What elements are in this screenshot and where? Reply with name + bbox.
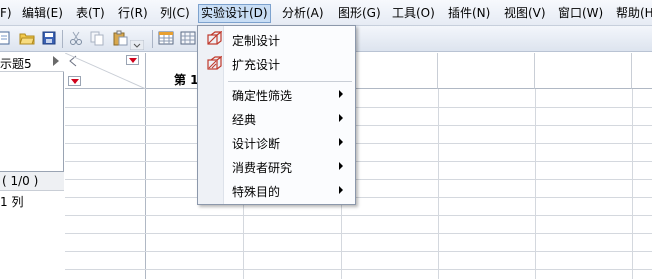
menu-addins[interactable]: 插件(N) [446, 4, 492, 23]
menu-item-label: 设计诊断 [232, 137, 281, 151]
grid-row-line [65, 125, 652, 126]
expand-arrow-icon[interactable] [53, 56, 59, 66]
custom-design-icon [207, 31, 222, 45]
doe-dropdown-menu: 定制设计 扩充设计 确定性筛选 经典 设计诊断 消费者研究 特殊目的 [197, 25, 356, 205]
column-header-label: 第 1 [174, 73, 199, 87]
toolbar-separator [62, 30, 63, 48]
submenu-arrow-icon [339, 186, 343, 194]
menu-window[interactable]: 窗口(W) [556, 4, 605, 23]
paste-options-icon[interactable] [130, 40, 144, 50]
columns-panel-header[interactable]: ( 1/0 ) [0, 172, 64, 191]
menu-item-label: 消费者研究 [232, 161, 293, 175]
menu-item-label: 经典 [232, 113, 257, 127]
menu-doe[interactable]: 实验设计(D) [198, 4, 271, 23]
open-icon[interactable] [19, 30, 35, 46]
augment-design-icon [207, 55, 222, 70]
column-header-empty[interactable] [438, 53, 535, 89]
column-header-empty[interactable] [632, 53, 652, 89]
left-panel: 示题5 ( 1/0 ) 1 列 [0, 53, 64, 279]
menu-item-classical[interactable]: 经典 [198, 107, 355, 129]
columns-count: 1 列 [0, 195, 24, 209]
menu-table[interactable]: 表(T) [74, 4, 107, 23]
menu-edit[interactable]: 编辑(E) [20, 4, 65, 23]
grid-row-line [65, 197, 652, 198]
data-grid: 第 1 [65, 53, 652, 279]
toolbar-separator [152, 30, 153, 48]
menu-analyze[interactable]: 分析(A) [280, 4, 326, 23]
save-icon[interactable] [41, 30, 57, 46]
grid-row-line [65, 179, 652, 180]
cut-icon[interactable] [68, 30, 84, 46]
submenu-arrow-icon [339, 138, 343, 146]
menu-item-augment-design[interactable]: 扩充设计 [198, 52, 355, 74]
submenu-arrow-icon [339, 162, 343, 170]
table-panel-header[interactable]: 示题5 [0, 53, 64, 72]
menu-item-consumer-studies[interactable]: 消费者研究 [198, 155, 355, 177]
columns-selection-count: ( 1/0 ) [2, 174, 39, 188]
menu-separator [228, 81, 352, 82]
corner-diagonal [65, 53, 146, 89]
menu-item-special-purpose[interactable]: 特殊目的 [198, 179, 355, 201]
grid-col-line [438, 89, 439, 279]
menu-cols[interactable]: 列(C) [158, 4, 192, 23]
menu-item-label: 特殊目的 [232, 185, 281, 199]
menu-tools[interactable]: 工具(O) [390, 4, 437, 23]
grid-row-line [65, 233, 652, 234]
paste-icon[interactable] [112, 30, 128, 46]
menu-item-label: 确定性筛选 [232, 89, 293, 103]
new-icon[interactable] [0, 30, 12, 46]
menu-item-custom-design[interactable]: 定制设计 [198, 28, 355, 50]
menu-bar: F) 编辑(E) 表(T) 行(R) 列(C) 实验设计(D) 分析(A) 图形… [0, 0, 652, 26]
grid-col-line [535, 89, 536, 279]
table-icon[interactable] [158, 30, 174, 46]
menu-rows[interactable]: 行(R) [116, 4, 150, 23]
columns-panel: ( 1/0 ) 1 列 [0, 171, 64, 279]
submenu-arrow-icon [339, 114, 343, 122]
data-grid-icon[interactable] [180, 30, 196, 46]
grid-row-line [65, 251, 652, 252]
grid-row-line [65, 269, 652, 270]
table-name: 示题5 [0, 57, 32, 71]
menu-item-label: 定制设计 [232, 34, 281, 48]
grid-row-line [65, 107, 652, 108]
menu-file[interactable]: F) [0, 4, 14, 23]
grid-row-line [65, 161, 652, 162]
menu-graph[interactable]: 图形(G) [336, 4, 383, 23]
menu-item-label: 扩充设计 [232, 58, 281, 72]
copy-icon[interactable] [89, 30, 105, 46]
menu-view[interactable]: 视图(V) [502, 4, 548, 23]
grid-col-line [632, 89, 633, 279]
column-header-empty[interactable] [535, 53, 632, 89]
grid-corner[interactable] [65, 53, 146, 89]
grid-row-line [65, 215, 652, 216]
menu-item-design-diagnostics[interactable]: 设计诊断 [198, 131, 355, 153]
menu-item-definitive-screening[interactable]: 确定性筛选 [198, 83, 355, 105]
grid-row-line [65, 143, 652, 144]
submenu-arrow-icon [339, 90, 343, 98]
menu-help[interactable]: 帮助(H [614, 4, 652, 23]
